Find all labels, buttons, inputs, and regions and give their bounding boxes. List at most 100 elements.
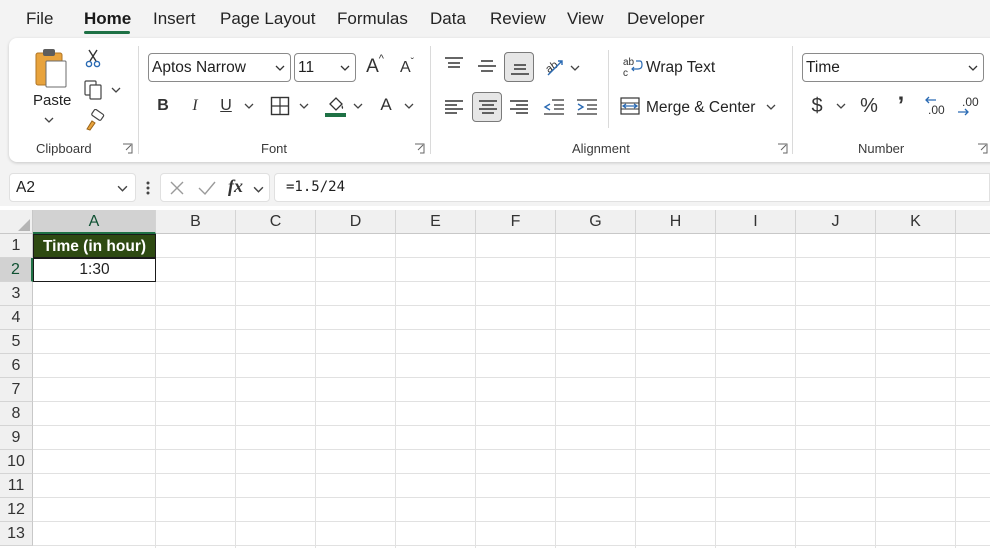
font-color-button[interactable]: A: [377, 94, 395, 116]
formula-input[interactable]: =1.5/24: [274, 173, 990, 202]
row-header-12[interactable]: 12: [0, 498, 33, 522]
column-header-d[interactable]: D: [316, 210, 396, 234]
merge-center-icon[interactable]: [620, 97, 640, 115]
comma-style-button[interactable]: ’: [892, 92, 910, 120]
increase-indent-icon[interactable]: [576, 98, 598, 116]
select-all-button[interactable]: [0, 210, 33, 234]
shrink-font-button[interactable]: A ˇ: [395, 56, 419, 80]
column-header-f[interactable]: F: [476, 210, 556, 234]
gridline: [33, 377, 990, 378]
currency-button[interactable]: $: [808, 94, 826, 118]
tab-data[interactable]: Data: [430, 9, 466, 29]
row-header-10[interactable]: 10: [0, 450, 33, 474]
alignment-launcher-icon[interactable]: [777, 143, 788, 154]
comma-icon: ’: [897, 92, 905, 119]
column-header-k[interactable]: K: [876, 210, 956, 234]
tab-file[interactable]: File: [26, 9, 53, 29]
currency-chevron-down-icon[interactable]: [836, 101, 846, 111]
font-size-select[interactable]: 11: [294, 53, 356, 82]
name-box[interactable]: A2: [9, 173, 136, 202]
merge-center-chevron-down-icon[interactable]: [766, 102, 776, 112]
worksheet-grid[interactable]: A B C D E F G H I J K 1 2 3 4 5 6 7 8 9 …: [0, 210, 990, 548]
fill-color-icon[interactable]: [324, 94, 348, 118]
tab-page-layout[interactable]: Page Layout: [220, 9, 315, 29]
column-header-b[interactable]: B: [156, 210, 236, 234]
paste-chevron-down-icon[interactable]: [44, 115, 54, 125]
fill-color-chevron-down-icon[interactable]: [353, 101, 363, 111]
column-header-c[interactable]: C: [236, 210, 316, 234]
tab-home[interactable]: Home: [84, 9, 131, 29]
row-header-1[interactable]: 1: [0, 234, 33, 258]
column-header-h[interactable]: H: [636, 210, 716, 234]
wrap-text-button[interactable]: Wrap Text: [646, 59, 715, 77]
name-box-value: A2: [16, 179, 35, 196]
cell-a1[interactable]: Time (in hour): [33, 234, 156, 258]
font-name-select[interactable]: Aptos Narrow: [148, 53, 291, 82]
bold-button[interactable]: B: [154, 95, 172, 117]
cancel-icon[interactable]: [169, 180, 185, 196]
gridline: [33, 257, 990, 258]
clipboard-launcher-icon[interactable]: [122, 143, 133, 154]
align-left-icon[interactable]: [444, 99, 464, 115]
column-header-i[interactable]: I: [716, 210, 796, 234]
paste-button[interactable]: [30, 47, 70, 91]
percent-icon: %: [860, 94, 878, 117]
grow-font-button[interactable]: A ^: [363, 53, 387, 80]
number-launcher-icon[interactable]: [977, 143, 988, 154]
row-header-5[interactable]: 5: [0, 330, 33, 354]
tab-review[interactable]: Review: [490, 9, 546, 29]
align-right-icon[interactable]: [509, 99, 529, 115]
column-header-l[interactable]: [956, 210, 990, 234]
row-header-11[interactable]: 11: [0, 474, 33, 498]
tab-formulas[interactable]: Formulas: [337, 9, 408, 29]
chevron-down-icon[interactable]: [253, 184, 264, 195]
italic-button[interactable]: I: [186, 95, 204, 117]
gridline: [33, 353, 990, 354]
column-header-g[interactable]: G: [556, 210, 636, 234]
copy-icon[interactable]: [83, 79, 103, 101]
decrease-indent-icon[interactable]: [543, 98, 565, 116]
merge-center-button[interactable]: Merge & Center: [646, 99, 755, 117]
column-header-a[interactable]: A: [33, 210, 156, 234]
tab-developer[interactable]: Developer: [627, 9, 705, 29]
column-header-j[interactable]: J: [796, 210, 876, 234]
bottom-align-button[interactable]: [504, 52, 534, 82]
middle-align-icon[interactable]: [477, 58, 497, 74]
align-center-icon: [479, 100, 497, 114]
format-painter-icon[interactable]: [83, 109, 105, 131]
borders-chevron-down-icon[interactable]: [299, 101, 309, 111]
tab-insert[interactable]: Insert: [153, 9, 196, 29]
row-header-2[interactable]: 2: [0, 258, 33, 282]
row-header-13[interactable]: 13: [0, 522, 33, 546]
row-header-6[interactable]: 6: [0, 354, 33, 378]
gridline: [33, 425, 990, 426]
more-options-icon[interactable]: [145, 180, 151, 196]
cut-icon[interactable]: [84, 48, 102, 68]
number-format-select[interactable]: Time: [802, 53, 984, 82]
orientation-chevron-down-icon[interactable]: [570, 63, 580, 73]
chevron-down-icon[interactable]: [117, 183, 128, 194]
decrease-decimal-button[interactable]: .00: [956, 95, 982, 119]
underline-button[interactable]: U: [217, 95, 235, 117]
cell-a2[interactable]: 1:30: [33, 258, 156, 282]
row-header-4[interactable]: 4: [0, 306, 33, 330]
orientation-icon[interactable]: ab: [544, 55, 566, 77]
wrap-text-icon[interactable]: ab c: [623, 56, 643, 78]
column-header-e[interactable]: E: [396, 210, 476, 234]
copy-chevron-down-icon[interactable]: [111, 85, 121, 95]
font-color-chevron-down-icon[interactable]: [404, 101, 414, 111]
align-center-button[interactable]: [472, 92, 502, 122]
row-header-3[interactable]: 3: [0, 282, 33, 306]
row-header-9[interactable]: 9: [0, 426, 33, 450]
percent-button[interactable]: %: [857, 94, 881, 118]
increase-decimal-button[interactable]: .00: [924, 95, 950, 119]
underline-chevron-down-icon[interactable]: [244, 101, 254, 111]
insert-function-button[interactable]: fx: [228, 176, 243, 197]
font-launcher-icon[interactable]: [414, 143, 425, 154]
row-header-8[interactable]: 8: [0, 402, 33, 426]
enter-check-icon[interactable]: [197, 180, 217, 196]
borders-icon[interactable]: [270, 96, 290, 116]
top-align-icon[interactable]: [444, 56, 464, 72]
tab-view[interactable]: View: [567, 9, 604, 29]
row-header-7[interactable]: 7: [0, 378, 33, 402]
